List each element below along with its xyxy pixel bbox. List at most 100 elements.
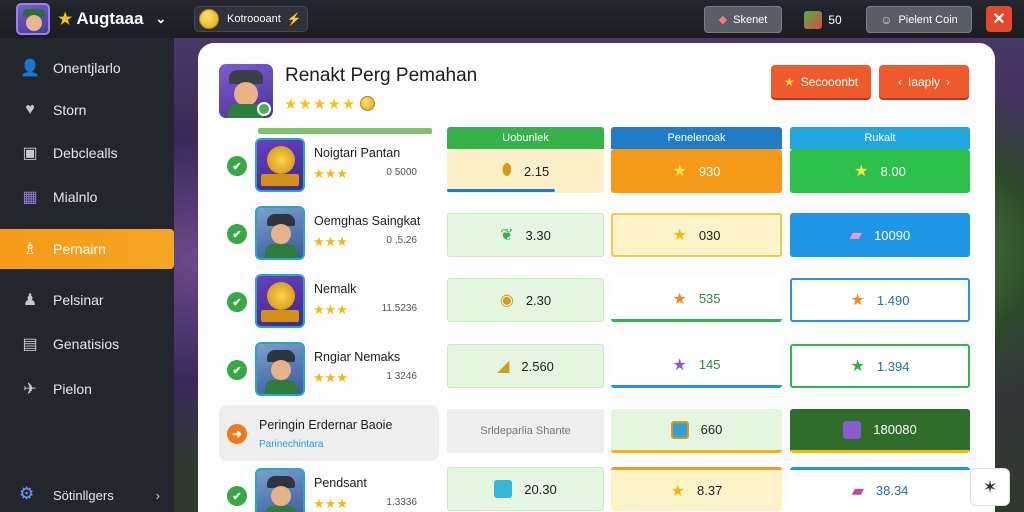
grid-cell[interactable]: ★ 145 xyxy=(611,344,782,388)
sidebar-item-5[interactable]: ♟ Pelsinar xyxy=(0,280,174,320)
chevron-left-icon: ‹ xyxy=(897,74,902,89)
coin-icon xyxy=(360,96,376,111)
star-icon: ★ xyxy=(850,358,865,375)
star-icon: ★ xyxy=(672,290,687,308)
settings-label: Sötinllgers xyxy=(53,487,114,503)
grid-cell[interactable]: Srldeparlia Shante xyxy=(447,409,604,453)
list-progress-line xyxy=(258,128,432,134)
close-button[interactable]: ✕ xyxy=(986,6,1012,32)
progress-bar xyxy=(447,189,555,192)
list-item[interactable]: ✔ Nemalk ★★★ 11.5236 xyxy=(219,271,435,333)
column-header-2[interactable]: Penelenoak xyxy=(611,127,782,149)
check-icon: ✔ xyxy=(227,156,247,176)
chevron-right-icon: › xyxy=(946,74,951,89)
list-item[interactable]: ✔ Noigtari Pantan ★★★ 0 5000 xyxy=(219,135,435,197)
grid-cell[interactable]: ★ 930 xyxy=(611,149,782,193)
item-name: Peringin Erdernar Baoie xyxy=(259,418,393,432)
cell-value: 8.00 xyxy=(880,163,906,179)
item-stars: ★★★ xyxy=(313,370,348,385)
column-header-1[interactable]: Uobunlek xyxy=(447,127,604,149)
item-value: 0 ,5.26 xyxy=(386,235,417,246)
grid-cell[interactable]: ★ 1.490 xyxy=(790,278,970,322)
secondary-button[interactable]: ★ Secooonbt xyxy=(771,65,871,98)
cell-value: 145 xyxy=(698,357,721,372)
main-panel: Renakt Perg Pemahan ★★★★★ ★ Secooonbt ‹ … xyxy=(198,43,995,512)
star-icon: ★ xyxy=(672,163,687,180)
sidebar-item-label: Pelsinar xyxy=(53,292,104,308)
sidebar-item-7[interactable]: ✈ Pielon xyxy=(0,369,174,409)
scroll-icon: ⬮ xyxy=(501,162,512,179)
star-icon: ★ xyxy=(850,292,865,309)
check-icon: ✔ xyxy=(227,486,247,506)
folder-icon: ▣ xyxy=(22,145,38,162)
grid-cell[interactable]: ❦ 3.30 xyxy=(447,213,604,257)
sidebar-settings[interactable]: ⚙ Sötinllgers › xyxy=(0,478,174,512)
coin-balance[interactable]: Kotroooant ⚡ xyxy=(194,6,308,32)
list-item[interactable]: ✔ Pendsant ★★★ 1.3336 xyxy=(219,465,435,512)
grid-cell[interactable]: ★ 1.394 xyxy=(790,344,970,388)
grid-cell[interactable]: ★ 8.37 xyxy=(611,467,782,511)
item-thumbnail xyxy=(255,274,305,328)
check-icon: ✔ xyxy=(227,292,247,312)
item-thumbnail xyxy=(255,206,305,260)
secure-button[interactable]: ◆ Skenet xyxy=(704,6,782,33)
user-button[interactable]: ☺ Pielent Coin xyxy=(866,6,972,33)
star-icon: ★ xyxy=(854,163,869,180)
list-item[interactable]: ✔ Oemghas Saingkat ★★★ 0 ,5.26 xyxy=(219,203,435,265)
cell-value: 8.37 xyxy=(697,483,723,498)
user-circle-icon: 👤 xyxy=(20,60,40,77)
sidebar-item-2[interactable]: ▣ Debclealls xyxy=(0,133,174,173)
gem-icon xyxy=(494,480,513,498)
grid-cell[interactable]: ◉ 2.30 xyxy=(447,278,604,322)
apply-button[interactable]: ‹ Iaaply › xyxy=(879,65,969,98)
sidebar-item-6[interactable]: ▤ Genatisios xyxy=(0,324,174,364)
item-counter[interactable]: 50 xyxy=(796,6,850,33)
grid-cell[interactable]: ▰ 10090 xyxy=(790,213,970,257)
grid-cell[interactable]: ▰ 38.34 xyxy=(790,467,970,511)
player-avatar[interactable] xyxy=(16,3,50,35)
cell-value: 20.30 xyxy=(524,481,557,497)
cell-value: 030 xyxy=(698,227,721,243)
list-item-selected[interactable]: ➜ Peringin Erdernar Baoie Parinechintara xyxy=(219,405,439,461)
star-icon: ★ xyxy=(670,482,686,500)
star-icon: ★ xyxy=(672,227,687,244)
sidebar-item-label: Mialnlo xyxy=(53,189,98,205)
sidebar-item-1[interactable]: ♥ Storn xyxy=(0,90,174,130)
grid-cell[interactable]: ◢ 2.560 xyxy=(447,344,604,388)
gift-icon: ▰ xyxy=(851,482,864,500)
list-item[interactable]: ✔ Rngiar Nemaks ★★★ 1 3246 xyxy=(219,339,435,401)
rating-stars-text: ★★★★★ xyxy=(284,96,357,113)
count-value: 50 xyxy=(828,12,842,27)
grid-cell[interactable]: ★ 8.00 xyxy=(790,149,970,193)
grid-cell[interactable]: ★ 030 xyxy=(611,213,782,257)
sidebar-item-label: Onentjlarlo xyxy=(53,60,121,76)
item-thumbnail xyxy=(255,138,305,192)
check-icon: ✔ xyxy=(227,224,247,244)
item-name: Pendsant xyxy=(314,476,367,490)
item-thumbnail xyxy=(255,468,305,512)
brand-menu[interactable]: ★ Augtaaa ⌄ xyxy=(58,9,166,29)
cell-value: 2.560 xyxy=(521,358,554,374)
game-thumb-icon: ▦ xyxy=(22,189,38,206)
cell-value: 1.490 xyxy=(876,292,910,308)
grid-cell[interactable]: ★ 535 xyxy=(611,278,782,322)
assist-icon[interactable]: ✶ xyxy=(970,468,1010,506)
column-header-3[interactable]: Rukalt xyxy=(790,127,970,149)
secondary-label: Secooonbt xyxy=(800,74,859,89)
arrow-icon: ➜ xyxy=(227,424,247,444)
envelope-icon: ◢ xyxy=(497,358,510,375)
grid-cell[interactable]: ⬮ 2.15 xyxy=(447,149,604,193)
character-avatar xyxy=(219,64,273,118)
heart-badge-icon: ♥ xyxy=(25,101,35,118)
grid-cell[interactable]: 180080 xyxy=(790,409,970,453)
grid-cell[interactable]: 20.30 xyxy=(447,467,604,511)
cell-value: 1.394 xyxy=(876,358,910,374)
item-stars: ★★★ xyxy=(313,234,348,249)
sidebar: 👤 Onentjlarlo ♥ Storn ▣ Debclealls ▦ Mia… xyxy=(0,38,174,512)
sidebar-item-4[interactable]: ♗ Pernairn xyxy=(0,229,174,269)
sidebar-item-0[interactable]: 👤 Onentjlarlo xyxy=(0,48,174,88)
page-title: Renakt Perg Pemahan xyxy=(285,65,478,86)
grid-cell[interactable]: 660 xyxy=(611,409,782,453)
chest-icon xyxy=(843,420,862,439)
sidebar-item-3[interactable]: ▦ Mialnlo xyxy=(0,177,174,217)
